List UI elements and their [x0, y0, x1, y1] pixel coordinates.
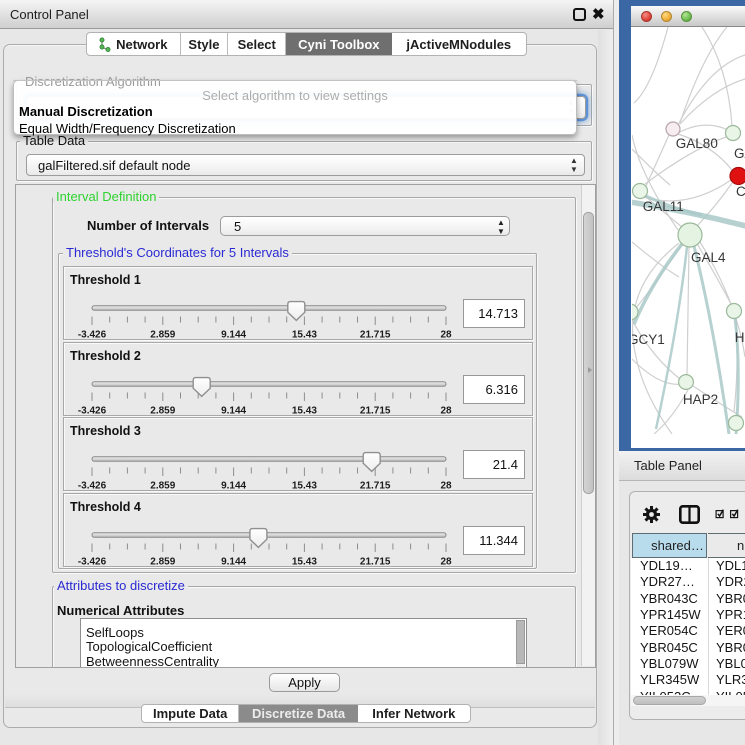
svg-text:GAL80: GAL80 — [676, 136, 718, 151]
svg-text:GAL11: GAL11 — [643, 199, 684, 214]
svg-text:2.859: 2.859 — [150, 556, 175, 567]
svg-text:HAP2: HAP2 — [683, 392, 718, 407]
svg-text:-3.426: -3.426 — [78, 330, 107, 341]
svg-text:15.43: 15.43 — [292, 405, 317, 416]
svg-text:9.144: 9.144 — [221, 481, 246, 492]
svg-text:GA: GA — [734, 146, 745, 161]
svg-text:9.144: 9.144 — [221, 556, 246, 567]
svg-text:21.715: 21.715 — [360, 405, 391, 416]
svg-text:28: 28 — [440, 330, 452, 341]
svg-text:-3.426: -3.426 — [78, 481, 107, 492]
svg-text:GAL4: GAL4 — [691, 250, 726, 265]
svg-text:28: 28 — [440, 481, 452, 492]
svg-text:28: 28 — [440, 405, 452, 416]
svg-text:2.859: 2.859 — [150, 330, 175, 341]
svg-text:15.43: 15.43 — [292, 481, 317, 492]
svg-text:C: C — [736, 184, 745, 199]
svg-text:21.715: 21.715 — [360, 556, 391, 567]
svg-text:H: H — [735, 330, 745, 345]
svg-text:2.859: 2.859 — [150, 405, 175, 416]
svg-text:2.859: 2.859 — [150, 481, 175, 492]
svg-text:28: 28 — [440, 556, 452, 567]
svg-text:-3.426: -3.426 — [78, 556, 107, 567]
svg-text:-3.426: -3.426 — [78, 405, 107, 416]
svg-text:15.43: 15.43 — [292, 556, 317, 567]
svg-text:9.144: 9.144 — [221, 405, 246, 416]
svg-text:GCY1: GCY1 — [632, 332, 665, 347]
svg-text:21.715: 21.715 — [360, 330, 391, 341]
svg-text:9.144: 9.144 — [221, 330, 246, 341]
svg-text:15.43: 15.43 — [292, 330, 317, 341]
svg-text:21.715: 21.715 — [360, 481, 391, 492]
